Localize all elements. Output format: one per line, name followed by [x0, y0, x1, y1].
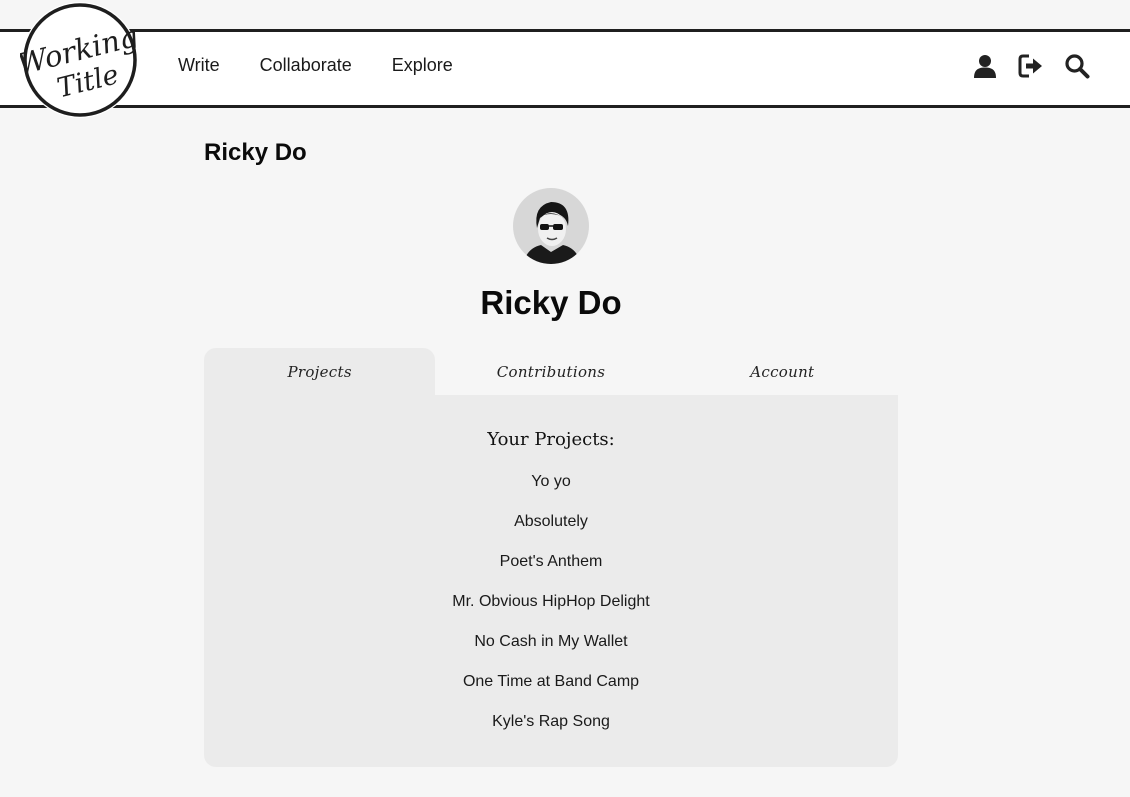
main-nav: Write Collaborate Explore — [178, 29, 493, 102]
nav-link-explore[interactable]: Explore — [392, 55, 453, 76]
profile-name: Ricky Do — [480, 284, 622, 321]
page-title: Ricky Do — [204, 139, 307, 166]
sign-out-icon[interactable] — [1018, 53, 1044, 79]
user-icon[interactable] — [972, 53, 998, 79]
profile-tabs: Projects Contributions Account — [204, 348, 898, 395]
project-item[interactable]: Kyle's Rap Song — [204, 711, 898, 751]
tab-contributions[interactable]: Contributions — [435, 348, 666, 395]
tab-account[interactable]: Account — [667, 348, 898, 395]
projects-panel: Your Projects: Yo yo Absolutely Poet's A… — [204, 395, 898, 767]
nav-icon-group — [952, 29, 1090, 102]
project-item[interactable]: Mr. Obvious HipHop Delight — [204, 591, 898, 631]
project-item[interactable]: Poet's Anthem — [204, 551, 898, 591]
working-title-logo[interactable]: Working Title — [20, 0, 144, 124]
project-item[interactable]: One Time at Band Camp — [204, 671, 898, 711]
project-item[interactable]: Absolutely — [204, 511, 898, 551]
search-icon[interactable] — [1064, 53, 1090, 79]
tab-projects[interactable]: Projects — [204, 348, 436, 395]
nav-link-collaborate[interactable]: Collaborate — [260, 55, 352, 76]
projects-heading: Your Projects: — [487, 429, 615, 450]
nav-link-write[interactable]: Write — [178, 55, 220, 76]
project-item[interactable]: No Cash in My Wallet — [204, 631, 898, 671]
project-list: Yo yo Absolutely Poet's Anthem Mr. Obvio… — [204, 471, 898, 751]
avatar — [513, 188, 589, 264]
project-item[interactable]: Yo yo — [204, 471, 898, 511]
